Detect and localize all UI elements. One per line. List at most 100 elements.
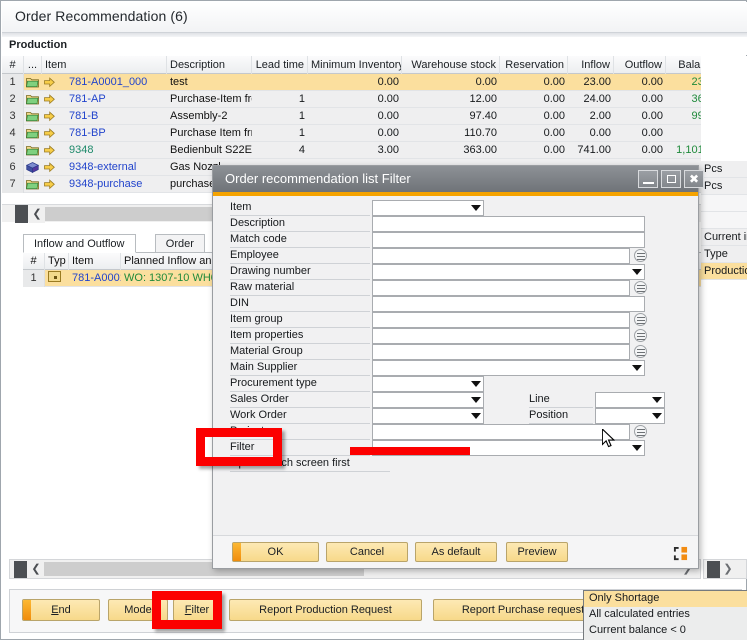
field-input-main-supplier[interactable]: [372, 360, 645, 376]
field-lookup-icon[interactable]: [634, 329, 647, 342]
item-link-cell[interactable]: 781-AP: [66, 91, 167, 108]
field-input-description[interactable]: [372, 216, 645, 232]
table-row[interactable]: 4781-BPPurchase Item frm10.00110.700.000…: [2, 125, 747, 142]
item-link-cell[interactable]: 781-A0001_000: [66, 74, 167, 91]
grid-column-header[interactable]: Warehouse stock: [402, 56, 500, 74]
tab-order[interactable]: Order: [155, 234, 205, 253]
chevron-down-icon[interactable]: [652, 397, 662, 403]
note-icon: [48, 271, 61, 282]
scroll-left-arrow-icon[interactable]: ❮: [29, 205, 45, 223]
reservation-cell: 0.00: [500, 91, 568, 108]
filter-dropdown-list[interactable]: Only ShortageAll calculated entriesCurre…: [583, 590, 747, 640]
field-input-sales-order[interactable]: [372, 392, 484, 408]
field-lookup-icon[interactable]: [634, 281, 647, 294]
dropdown-option[interactable]: Only Shortage: [584, 591, 747, 607]
row-index-cell: 1: [2, 74, 24, 91]
cancel-button[interactable]: Cancel: [326, 542, 408, 562]
report-production-request-button[interactable]: Report Production Request: [229, 599, 422, 621]
maximize-icon: [667, 175, 676, 183]
grid-column-header[interactable]: Reservation: [500, 56, 568, 74]
section-label: Production: [9, 39, 67, 51]
table-row[interactable]: 2781-APPurchase-Item fro10.0012.000.0024…: [2, 91, 747, 108]
grid-column-header[interactable]: ...: [24, 56, 42, 74]
field-label-main-supplier: Main Supplier: [230, 360, 370, 376]
resize-grip-icon[interactable]: [673, 546, 688, 561]
field-input-work-order[interactable]: [372, 408, 484, 424]
grid-column-header[interactable]: Item: [42, 56, 167, 74]
bottom-scroll-right-arrow-2-icon[interactable]: ❯: [721, 560, 735, 578]
table-row[interactable]: 3781-BAssembly-210.0097.400.002.000.0099…: [2, 108, 747, 125]
chevron-down-icon[interactable]: [652, 413, 662, 419]
field-input-project[interactable]: [372, 424, 630, 440]
grid-column-header[interactable]: Lead time: [252, 56, 308, 74]
outflow-cell: 0.00: [614, 142, 666, 159]
arrow-right-icon: [44, 145, 55, 156]
subgrid-column-header[interactable]: Item: [69, 253, 121, 270]
dropdown-option[interactable]: All calculated entries: [584, 607, 747, 623]
grid-column-header[interactable]: Description: [167, 56, 252, 74]
folder-icon: [26, 145, 39, 156]
folder-icon: [26, 179, 39, 190]
field-input-material-group[interactable]: [372, 344, 630, 360]
maximize-button[interactable]: [661, 170, 681, 188]
bottom-hscrollbar-right[interactable]: ❯: [703, 559, 747, 579]
bottom-scroll-left-arrow-icon[interactable]: ❮: [28, 560, 44, 578]
scroll-thumb[interactable]: [45, 207, 215, 221]
minimize-button[interactable]: [638, 170, 658, 188]
field-input-position[interactable]: [595, 408, 665, 424]
item-link-cell[interactable]: 9348: [66, 142, 167, 159]
chevron-down-icon[interactable]: [471, 205, 481, 211]
field-lookup-icon[interactable]: [634, 425, 647, 438]
subgrid-item-cell[interactable]: 781-A0001: [69, 270, 121, 287]
field-label-drawing-number: Drawing number: [230, 264, 370, 280]
field-input-din[interactable]: [372, 296, 645, 312]
chevron-down-icon[interactable]: [471, 381, 481, 387]
field-input-item[interactable]: [372, 200, 484, 216]
table-row[interactable]: 59348Bedienbult S22E43.00363.000.00741.0…: [2, 142, 747, 159]
item-link-cell[interactable]: 9348-purchase: [66, 176, 167, 193]
item-link-cell[interactable]: 781-B: [66, 108, 167, 125]
field-input-line[interactable]: [595, 392, 665, 408]
chevron-down-icon[interactable]: [632, 445, 642, 451]
dialog-field-row: Open search screen first: [213, 456, 698, 472]
chevron-down-icon[interactable]: [471, 397, 481, 403]
close-button[interactable]: ✖: [684, 170, 704, 188]
inflow-cell: 23.00: [568, 74, 614, 91]
field-lookup-icon[interactable]: [634, 345, 647, 358]
chevron-down-icon[interactable]: [632, 365, 642, 371]
field-input-drawing-number[interactable]: [372, 264, 645, 280]
grid-column-header[interactable]: Minimum Inventory: [308, 56, 402, 74]
field-input-item-group[interactable]: [372, 312, 630, 328]
field-input-employee[interactable]: [372, 248, 630, 264]
end-button[interactable]: End: [22, 599, 100, 621]
page-title: Order Recommendation (6): [15, 8, 188, 24]
grid-column-header[interactable]: Inflow: [568, 56, 614, 74]
preview-button[interactable]: Preview: [506, 542, 568, 562]
field-input-raw-material[interactable]: [372, 280, 630, 296]
right-panel-line: [701, 195, 747, 212]
tab-inflow-and-outflow[interactable]: Inflow and Outflow: [23, 234, 136, 253]
item-link-cell[interactable]: 781-BP: [66, 125, 167, 142]
subgrid-column-header[interactable]: #: [23, 253, 45, 270]
dialog-field-row: Raw material: [213, 280, 698, 296]
table-row[interactable]: 1781-A0001_000test0.000.000.0023.000.002…: [2, 74, 747, 91]
chevron-down-icon[interactable]: [632, 269, 642, 275]
arrow-right-icon: [44, 179, 55, 190]
item-link-cell[interactable]: 9348-external: [66, 159, 167, 176]
as-default-button[interactable]: As default: [415, 542, 497, 562]
field-input-procurement-type[interactable]: [372, 376, 484, 392]
reservation-cell: 0.00: [500, 108, 568, 125]
field-input-item-properties[interactable]: [372, 328, 630, 344]
grid-column-header[interactable]: Outflow: [614, 56, 666, 74]
ok-button[interactable]: OK: [232, 542, 319, 562]
field-lookup-icon[interactable]: [634, 249, 647, 262]
field-input-match-code[interactable]: [372, 232, 645, 248]
dropdown-option[interactable]: Current balance < 0: [584, 623, 747, 639]
subgrid-column-header[interactable]: Typ: [45, 253, 69, 270]
grid-header-row: #...ItemDescriptionLead timeMinimum Inve…: [2, 56, 747, 74]
arrow-right-icon: [44, 128, 55, 139]
warehouse-stock-cell: 110.70: [402, 125, 500, 142]
field-lookup-icon[interactable]: [634, 313, 647, 326]
grid-column-header[interactable]: #: [2, 56, 24, 74]
chevron-down-icon[interactable]: [471, 413, 481, 419]
